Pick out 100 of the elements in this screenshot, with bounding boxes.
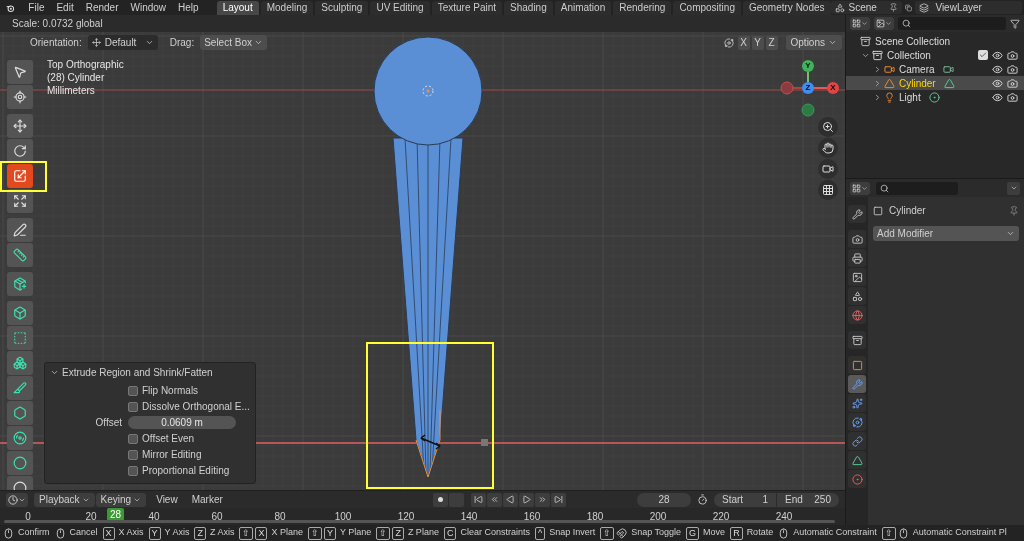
key-cap: X bbox=[255, 526, 268, 540]
status-hint: Automatic Constraint bbox=[793, 526, 877, 540]
frame-number: 40 bbox=[147, 510, 161, 524]
orientation-dropdown[interactable]: Default bbox=[87, 35, 158, 50]
frame-number: 200 bbox=[648, 510, 668, 524]
field-label: Offset bbox=[94, 416, 122, 430]
options-dropdown[interactable]: Options bbox=[785, 35, 842, 50]
menu-item[interactable]: Help bbox=[172, 0, 205, 15]
status-hint: Automatic Constraint Pl bbox=[912, 526, 1007, 540]
outliner-label: Cylinder bbox=[899, 76, 936, 91]
scene-selector[interactable]: Scene bbox=[830, 1, 903, 14]
offset-field[interactable]: 0.0609 m bbox=[128, 416, 236, 429]
outliner-label: Light bbox=[899, 90, 921, 105]
status-hint: Rotate bbox=[746, 526, 774, 540]
key-cap: Z bbox=[392, 526, 404, 540]
frame-number: 80 bbox=[273, 510, 287, 524]
frame-number: 240 bbox=[774, 510, 794, 524]
key-cap: Y bbox=[324, 526, 336, 540]
outliner-row[interactable]: Cylinder bbox=[846, 76, 1024, 90]
outliner-label: Scene Collection bbox=[875, 34, 951, 49]
workspace-tab[interactable]: Modeling bbox=[260, 1, 314, 15]
frame-number: 20 bbox=[84, 510, 98, 524]
frame-number: 120 bbox=[396, 510, 416, 524]
status-hint: Clear Constraints bbox=[460, 526, 530, 540]
frame-number: 160 bbox=[522, 510, 542, 524]
checkbox-label: Mirror Editing bbox=[142, 448, 202, 462]
axis-handle[interactable]: X bbox=[827, 82, 839, 94]
viewport-info-text: Millimeters bbox=[47, 84, 96, 97]
operator-title: Extrude Region and Shrink/Fatten bbox=[62, 365, 213, 380]
workspace-tab[interactable]: UV Editing bbox=[370, 1, 430, 15]
outliner-row[interactable]: Scene Collection bbox=[846, 34, 1024, 48]
transform-status: Scale: 0.0732 global bbox=[12, 17, 103, 31]
viewport-info-text: Top Orthographic bbox=[47, 58, 124, 71]
workspace-tab[interactable]: Sculpting bbox=[315, 1, 369, 15]
menu-item[interactable]: View bbox=[152, 492, 182, 507]
current-frame-field[interactable]: 28 bbox=[637, 492, 691, 507]
key-cap: X bbox=[102, 526, 115, 540]
status-hint: Move bbox=[703, 526, 726, 540]
workspace-tab[interactable]: Geometry Nodes bbox=[742, 1, 831, 15]
frame-number: 180 bbox=[585, 510, 605, 524]
outliner-row[interactable]: Camera bbox=[846, 62, 1024, 76]
workspace-tab[interactable]: Texture Paint bbox=[431, 1, 503, 15]
outliner-label: Collection bbox=[887, 48, 931, 63]
workspace-tab[interactable]: Shading bbox=[504, 1, 553, 15]
status-hint: X Axis bbox=[118, 526, 144, 540]
key-cap: ^ bbox=[534, 526, 546, 540]
menu-dropdown[interactable]: Keying bbox=[95, 492, 147, 507]
workspace-tab[interactable]: Compositing bbox=[673, 1, 741, 15]
checkbox-label: Proportional Editing bbox=[142, 464, 230, 478]
status-hint: Y Plane bbox=[340, 526, 372, 540]
frame-number: 60 bbox=[210, 510, 224, 524]
status-hint: Z Axis bbox=[209, 526, 235, 540]
viewport-info-text: (28) Cylinder bbox=[47, 71, 106, 84]
view-layer-selector[interactable]: ViewLayer bbox=[915, 1, 1022, 14]
frame-number: 140 bbox=[459, 510, 479, 524]
status-hint: Snap Invert bbox=[549, 526, 596, 540]
key-cap: Z bbox=[194, 526, 206, 540]
end-frame-field[interactable]: End 250 bbox=[777, 492, 839, 507]
orientation-label: Orientation: bbox=[30, 36, 82, 50]
frame-number: 100 bbox=[333, 510, 353, 524]
menu-item[interactable]: Edit bbox=[50, 0, 80, 15]
scene-name: Scene bbox=[848, 1, 877, 15]
frame-number: 0 bbox=[24, 510, 32, 524]
key-cap: Y bbox=[148, 526, 161, 540]
view-layer-name: ViewLayer bbox=[935, 1, 982, 15]
workspace-tab[interactable]: Animation bbox=[554, 1, 612, 15]
status-hint: X Plane bbox=[271, 526, 303, 540]
dropdown-value: Select Box bbox=[204, 36, 252, 50]
checkbox-label: Dissolve Orthogonal E... bbox=[142, 400, 250, 414]
checkbox-label: Offset Even bbox=[142, 432, 195, 446]
drag-label: Drag: bbox=[169, 36, 195, 50]
status-hint: Confirm bbox=[18, 526, 50, 540]
menu-item[interactable]: Render bbox=[79, 0, 125, 15]
workspace-tab[interactable]: Rendering bbox=[613, 1, 672, 15]
status-hint: Y Axis bbox=[164, 526, 190, 540]
key-cap: ⇧ bbox=[308, 526, 322, 540]
key-cap: ⇧ bbox=[239, 526, 254, 540]
key-cap: G bbox=[686, 526, 700, 540]
status-hint: Z Plane bbox=[407, 526, 439, 540]
add-modifier-dropdown[interactable]: Add Modifier bbox=[873, 226, 1019, 241]
key-cap: R bbox=[730, 526, 743, 540]
outliner-row[interactable]: Light bbox=[846, 90, 1024, 104]
checkbox-label: Flip Normals bbox=[142, 384, 199, 398]
menu-item[interactable]: Window bbox=[124, 0, 173, 15]
menu-dropdown[interactable]: Playback bbox=[34, 492, 95, 507]
status-hint: Snap Toggle bbox=[631, 526, 682, 540]
outliner-row[interactable]: Collection bbox=[846, 48, 1024, 62]
frame-number: 220 bbox=[711, 510, 731, 524]
drag-dropdown[interactable]: Select Box bbox=[200, 35, 267, 50]
start-frame-field[interactable]: Start 1 bbox=[714, 492, 776, 507]
key-cap: C bbox=[443, 526, 457, 540]
key-cap: ⇧ bbox=[881, 526, 896, 540]
menu-item[interactable]: File bbox=[22, 0, 51, 15]
object-name: Cylinder bbox=[889, 204, 926, 218]
workspace-tab[interactable]: Layout bbox=[216, 1, 259, 15]
dropdown-value: Default bbox=[104, 36, 137, 50]
key-cap: ⇧ bbox=[600, 526, 615, 540]
menu-item[interactable]: Marker bbox=[187, 492, 227, 507]
options-label: Options bbox=[790, 36, 825, 50]
key-cap: ⇧ bbox=[376, 526, 391, 540]
